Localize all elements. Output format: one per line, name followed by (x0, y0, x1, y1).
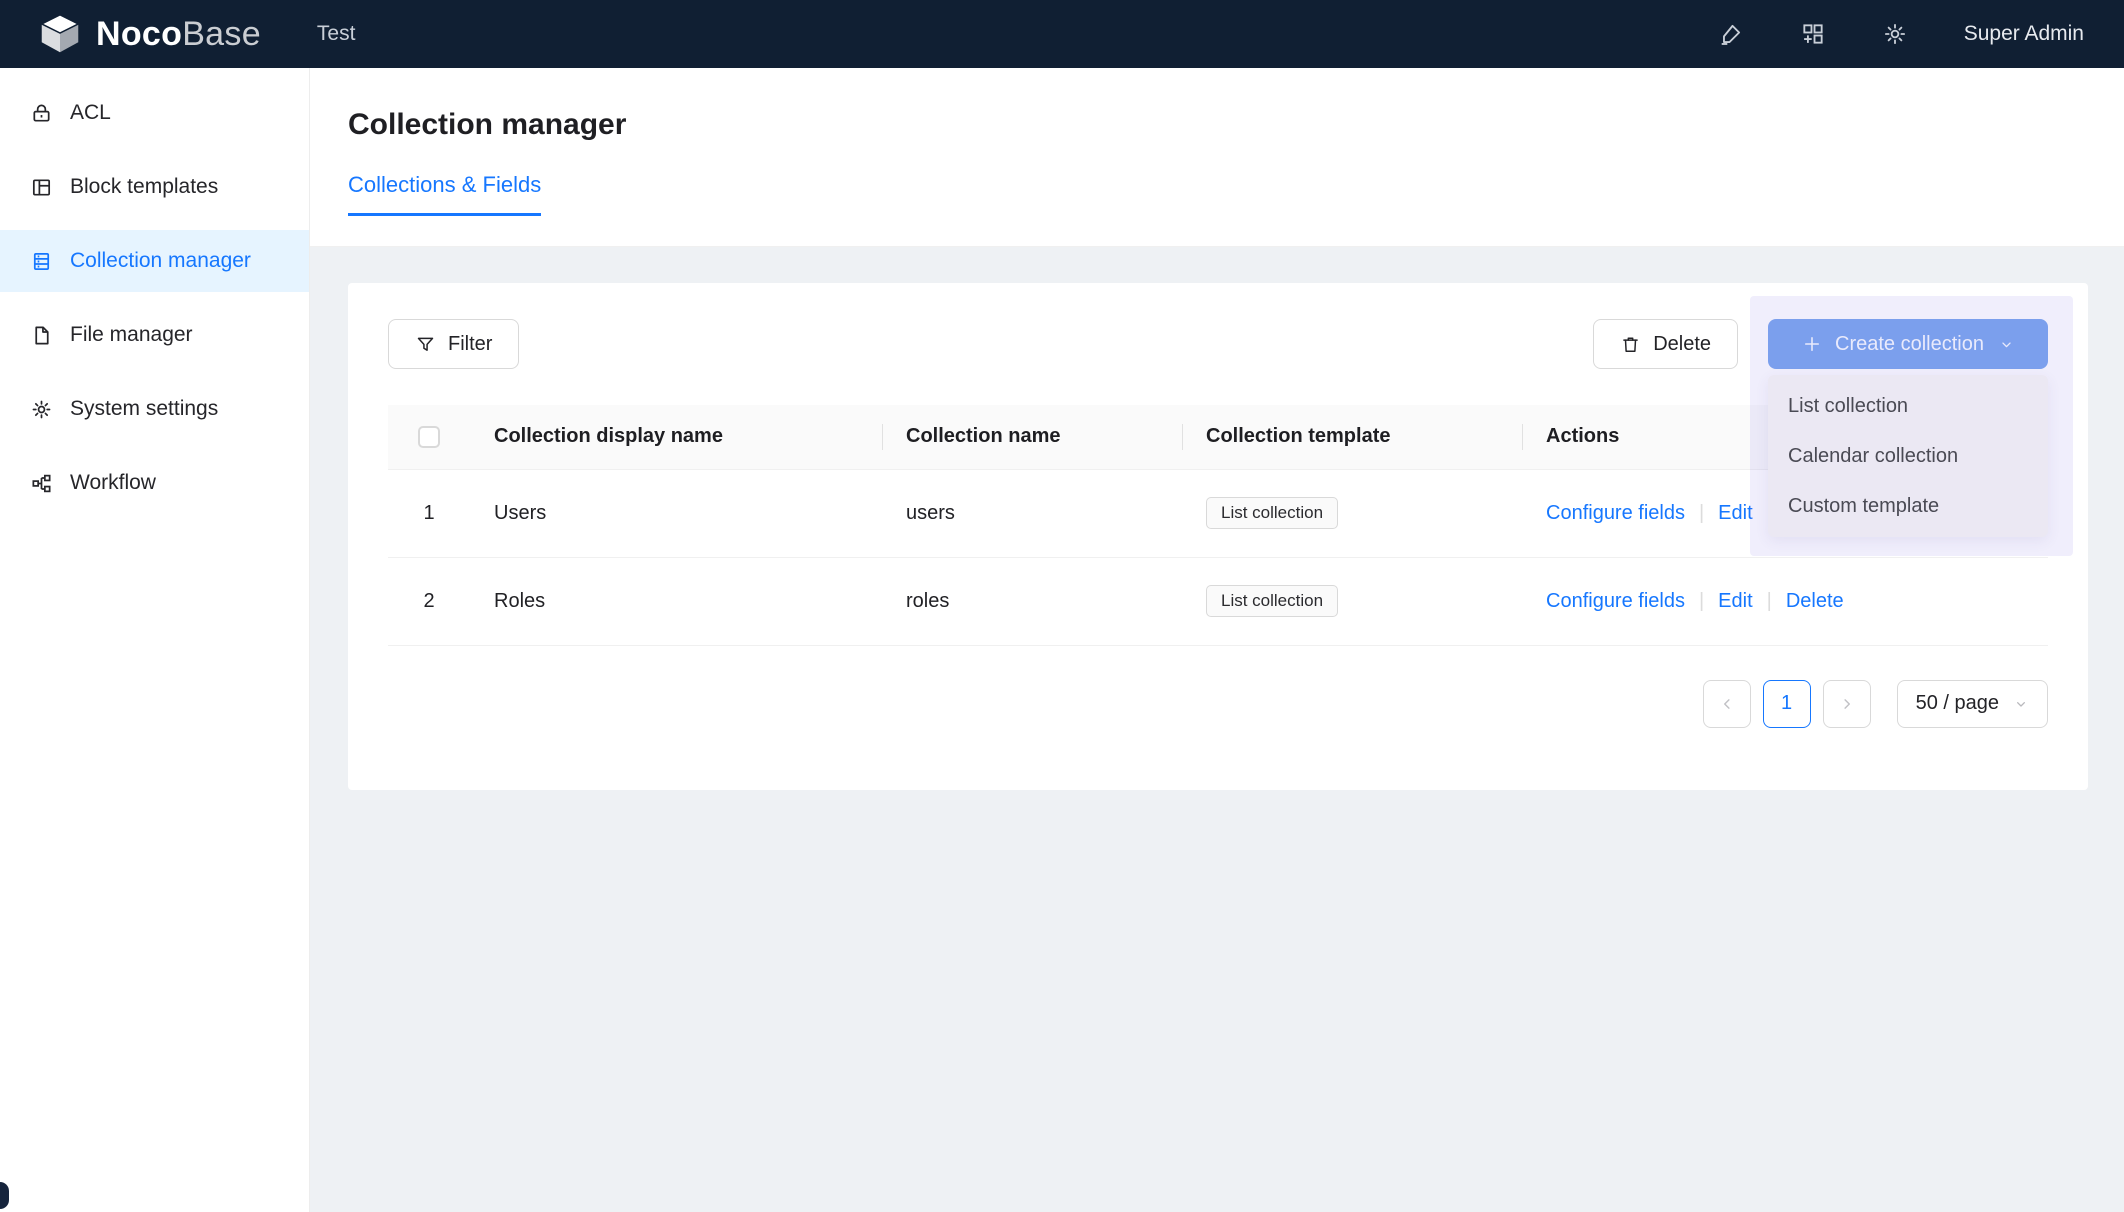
file-icon (30, 324, 53, 347)
gear-icon (30, 398, 53, 421)
prev-page-button[interactable] (1703, 680, 1751, 728)
chevron-left-icon (1718, 695, 1736, 713)
sidebar-item-label: Workflow (70, 471, 156, 495)
logo-text-light: Base (182, 15, 261, 53)
template-tag: List collection (1206, 497, 1338, 529)
configure-fields-link[interactable]: Configure fields (1546, 502, 1685, 524)
user-menu[interactable]: Super Admin (1964, 22, 2084, 46)
filter-button[interactable]: Filter (388, 319, 519, 369)
create-collection-dropdown: List collection Calendar collection Cust… (1768, 375, 2048, 537)
filter-funnel-icon (415, 334, 436, 355)
page-size-value: 50 / page (1916, 692, 1999, 715)
pagination: 1 50 / page (388, 680, 2048, 728)
sidebar-item-workflow[interactable]: Workflow (0, 452, 309, 514)
cell-name: roles (882, 557, 1182, 645)
sidebar-item-collection-manager[interactable]: Collection manager (0, 230, 309, 292)
designer-highlight-overlay: List collection Calendar collection Cust… (1750, 296, 2073, 556)
nav-menu-item-test[interactable]: Test (317, 22, 356, 46)
collection-table-icon (30, 250, 53, 273)
table-row: 2 Roles roles List collection Configure … (388, 557, 2048, 645)
sidebar-item-label: File manager (70, 323, 193, 347)
page-header: Collection manager Collections & Fields (310, 68, 2124, 247)
chevron-down-icon (2013, 696, 2029, 712)
nocobase-cube-icon (38, 13, 82, 55)
logo-text-bold: Noco (96, 15, 182, 53)
layout-icon (30, 176, 53, 199)
navbar-right: Super Admin (1718, 21, 2084, 47)
page-title: Collection manager (348, 68, 2086, 142)
sidebar-item-label: System settings (70, 397, 218, 421)
cell-name: users (882, 469, 1182, 557)
page-size-select[interactable]: 50 / page (1897, 680, 2048, 728)
action-separator: | (1699, 590, 1704, 612)
cell-actions: Configure fields | Edit | Delete (1522, 557, 2048, 645)
delete-button[interactable]: Delete (1593, 319, 1738, 369)
chevron-right-icon (1838, 695, 1856, 713)
select-all-checkbox[interactable] (418, 426, 440, 448)
column-header-name: Collection name (882, 405, 1182, 469)
configure-fields-link[interactable]: Configure fields (1546, 590, 1685, 612)
sidebar-item-label: ACL (70, 101, 111, 125)
sidebar-item-label: Collection manager (70, 249, 251, 273)
sidebar-item-file-manager[interactable]: File manager (0, 304, 309, 366)
cell-display-name: Roles (470, 557, 882, 645)
sidebar-item-label: Block templates (70, 175, 218, 199)
delete-button-label: Delete (1653, 333, 1711, 356)
column-header-template: Collection template (1182, 405, 1522, 469)
edit-link[interactable]: Edit (1718, 502, 1752, 524)
action-separator: | (1699, 502, 1704, 524)
template-tag: List collection (1206, 585, 1338, 617)
sidebar-item-block-templates[interactable]: Block templates (0, 156, 309, 218)
menu-item-list-collection[interactable]: List collection (1768, 381, 2048, 431)
row-index: 1 (388, 469, 470, 557)
edit-link[interactable]: Edit (1718, 590, 1752, 612)
next-page-button[interactable] (1823, 680, 1871, 728)
tab-collections-and-fields[interactable]: Collections & Fields (348, 172, 541, 216)
tab-bar: Collections & Fields (348, 172, 2086, 216)
lock-icon (30, 102, 53, 125)
column-header-display-name: Collection display name (470, 405, 882, 469)
sidebar: ACL Block templates Collection manager (0, 68, 310, 1212)
row-index: 2 (388, 557, 470, 645)
delete-link[interactable]: Delete (1786, 590, 1844, 612)
logo-text: NocoBase (96, 15, 261, 54)
highlighter-icon[interactable] (1718, 21, 1744, 47)
cell-display-name: Users (470, 469, 882, 557)
action-separator: | (1767, 590, 1772, 612)
nocobase-logo[interactable]: NocoBase (38, 13, 261, 55)
top-navbar: NocoBase Test Super Admin (0, 0, 2124, 68)
sidebar-item-acl[interactable]: ACL (0, 82, 309, 144)
filter-button-label: Filter (448, 333, 492, 356)
main-area: Collection manager Collections & Fields … (310, 68, 2124, 1212)
settings-gear-icon[interactable] (1882, 21, 1908, 47)
plugin-manager-icon[interactable] (1800, 21, 1826, 47)
trash-icon (1620, 334, 1641, 355)
menu-item-custom-template[interactable]: Custom template (1768, 481, 2048, 531)
sidebar-item-system-settings[interactable]: System settings (0, 378, 309, 440)
workflow-icon (30, 472, 53, 495)
page-1-button[interactable]: 1 (1763, 680, 1811, 728)
menu-item-calendar-collection[interactable]: Calendar collection (1768, 431, 2048, 481)
